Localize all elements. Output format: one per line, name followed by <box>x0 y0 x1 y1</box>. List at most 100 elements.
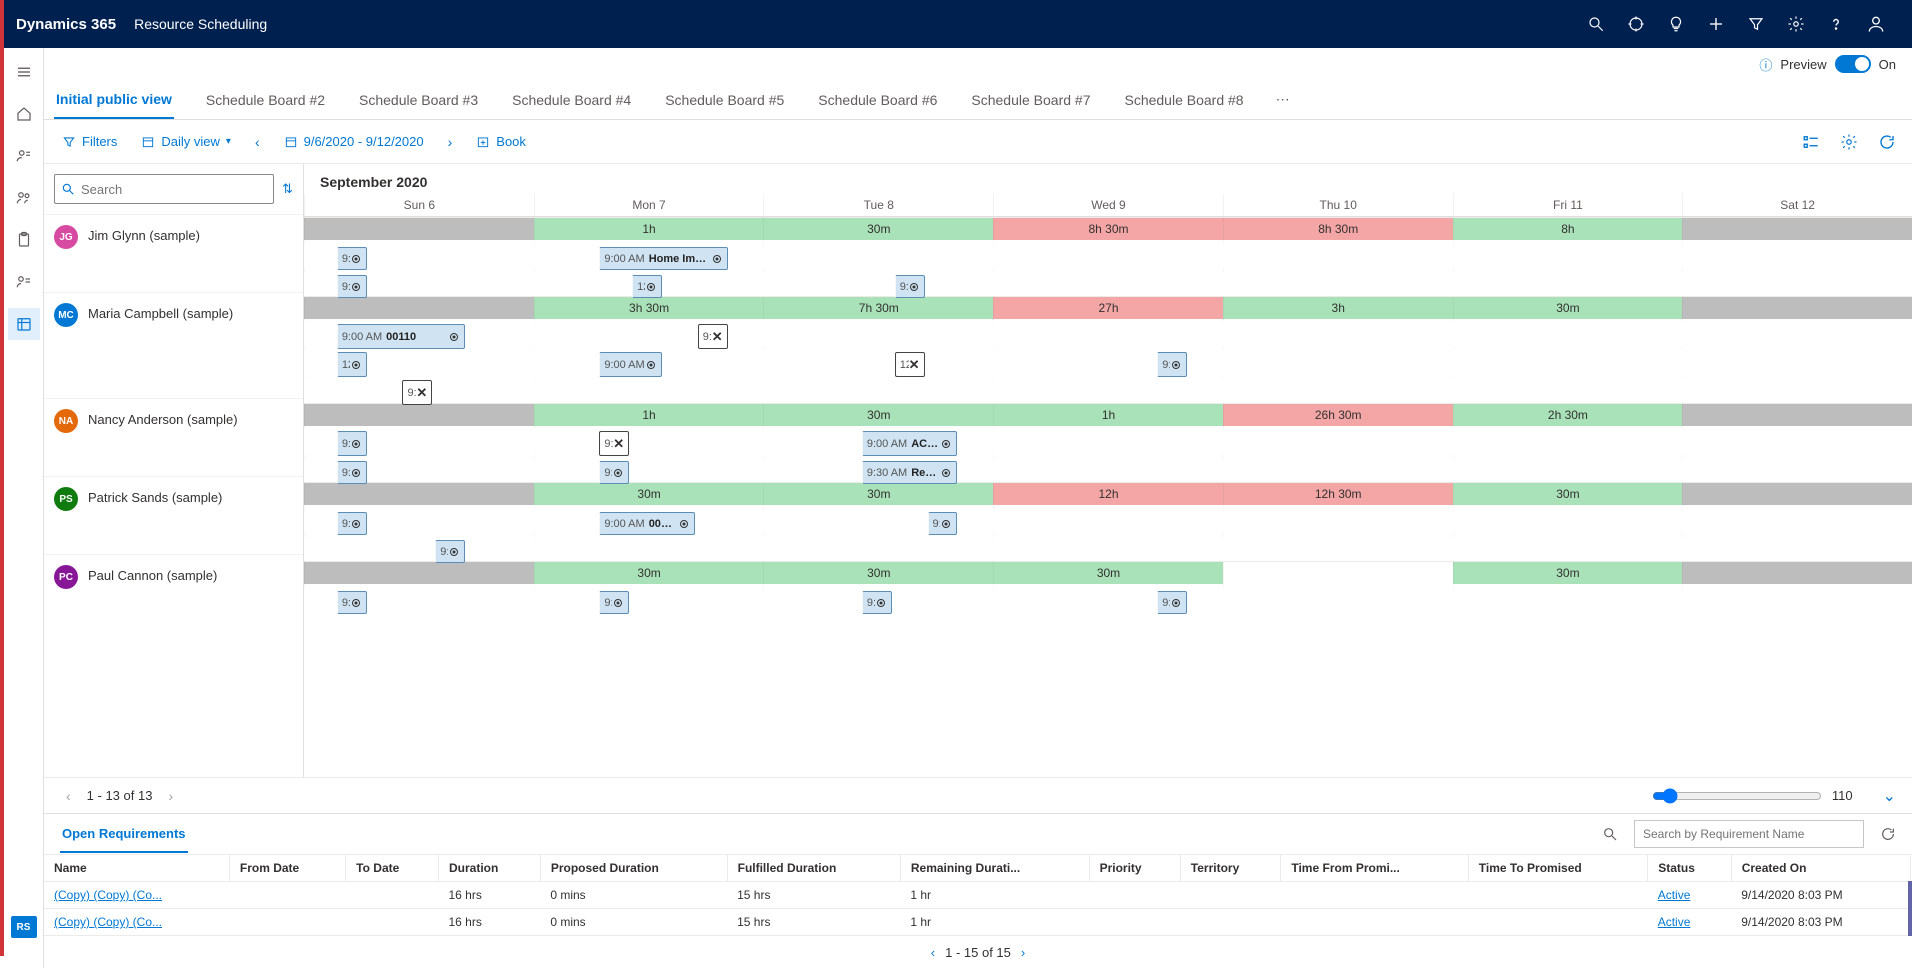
collapse-icon[interactable]: ⌄ <box>1883 786 1896 806</box>
resource-search-input[interactable] <box>81 182 267 197</box>
booking[interactable]: 9:00 AM00106 <box>337 591 367 614</box>
prev-range-button[interactable]: ‹ <box>249 134 266 150</box>
resource-search[interactable] <box>54 174 274 204</box>
booking[interactable]: 9:00 AMPreventive Maint. <box>599 591 629 614</box>
booking[interactable]: 9:00 AMPreventive Maintenance <box>599 352 662 377</box>
booking[interactable]: 9:30 AMRepair heating unit <box>862 461 957 484</box>
column-header[interactable]: Time To Promised <box>1468 855 1647 882</box>
peoplegroup-icon[interactable] <box>8 182 40 214</box>
booking[interactable]: 9:00 AM00105 <box>337 431 367 456</box>
booking[interactable]: 9:00 AMPlumber Services <box>435 540 465 563</box>
booking[interactable]: 9:00 AMSoundproofing work <box>862 591 892 614</box>
book-button[interactable]: Book <box>470 130 532 153</box>
booking[interactable]: 9:00 AM00110 <box>337 324 465 349</box>
menu-icon[interactable] <box>8 56 40 88</box>
dailyview-dropdown[interactable]: Daily view▾ <box>135 130 237 153</box>
plus-icon[interactable] <box>1696 0 1736 48</box>
board-tab[interactable]: Schedule Board #5 <box>663 82 786 118</box>
user-icon[interactable] <box>1856 0 1896 48</box>
column-header[interactable]: Territory <box>1180 855 1281 882</box>
table-row[interactable]: (Copy) (Copy) (Co... 16 hrs0 mins15 hrs1… <box>44 882 1910 909</box>
status-link[interactable]: Active <box>1658 888 1691 902</box>
booking[interactable]: 12:00 AMInstall soundbar work✕ <box>895 352 925 377</box>
board-tab[interactable]: Schedule Board #3 <box>357 82 480 118</box>
people-icon[interactable] <box>8 140 40 172</box>
column-header[interactable]: To Date <box>346 855 439 882</box>
open-requirements-tab[interactable]: Open Requirements <box>60 816 188 853</box>
req-next-button[interactable]: › <box>1021 945 1025 960</box>
booking[interactable]: 9:00 AMAC repair <box>862 431 957 456</box>
lightbulb-icon[interactable] <box>1656 0 1696 48</box>
page-prev-button[interactable]: ‹ <box>60 788 77 804</box>
req-name-link[interactable]: (Copy) (Copy) (Co... <box>54 915 162 929</box>
board-tab[interactable]: Schedule Board #2 <box>204 82 327 118</box>
column-header[interactable]: Time From Promi... <box>1281 855 1468 882</box>
column-header[interactable]: Proposed Duration <box>540 855 727 882</box>
target-icon[interactable] <box>1616 0 1656 48</box>
board-tab[interactable]: Initial public view <box>54 81 174 119</box>
column-header[interactable]: Duration <box>439 855 541 882</box>
help-icon[interactable] <box>1816 0 1856 48</box>
req-refresh-icon[interactable] <box>1880 826 1896 842</box>
peoplelist-icon[interactable] <box>8 266 40 298</box>
booking[interactable]: 9:00 AM00108 <box>599 512 694 535</box>
board-tab[interactable]: Schedule Board #4 <box>510 82 633 118</box>
zoom-slider[interactable] <box>1652 788 1822 804</box>
preview-toggle[interactable] <box>1835 55 1871 73</box>
column-header[interactable]: Name <box>44 855 229 882</box>
booking[interactable]: 9:00 AMPrinter Installation <box>337 247 367 270</box>
booking[interactable]: 9:30 AMSmarthome consulting <box>337 275 367 298</box>
req-prev-button[interactable]: ‹ <box>931 945 935 960</box>
booking[interactable]: 9:00 AMInstall soundbar <box>599 461 629 484</box>
booking[interactable]: 9:00 AMHome Improvement <box>599 247 727 270</box>
filters-button[interactable]: Filters <box>56 130 123 153</box>
clipboard-icon[interactable] <box>8 224 40 256</box>
booking[interactable]: 9:30 AM00107 <box>337 461 367 484</box>
booking[interactable]: 9:00 AMTiles replacement✕ <box>599 431 629 456</box>
schedule-icon[interactable] <box>8 308 40 340</box>
resource-row[interactable]: NANancy Anderson (sample) <box>44 398 303 476</box>
resource-row[interactable]: PSPatrick Sands (sample) <box>44 476 303 554</box>
tab-more-icon[interactable]: ⋯ <box>1276 91 1290 108</box>
column-header[interactable]: Priority <box>1089 855 1180 882</box>
gear-icon[interactable] <box>1776 0 1816 48</box>
rs-badge[interactable]: RS <box>11 916 37 938</box>
settings-icon[interactable] <box>1836 129 1862 155</box>
booking[interactable]: 9:00 AMLandscaping <box>1157 591 1187 614</box>
booking-time: 9:00 AM <box>867 438 907 450</box>
booking[interactable]: 9:00 AMTiles replacement <box>1157 352 1187 377</box>
search-icon[interactable] <box>1576 0 1616 48</box>
booking[interactable]: 9:00 AM00104 <box>895 275 925 298</box>
req-name-link[interactable]: (Copy) (Copy) (Co... <box>54 888 162 902</box>
board-tab[interactable]: Schedule Board #8 <box>1122 82 1245 118</box>
booking[interactable]: 9:00 AMPreventive Maintenance✕ <box>402 380 432 405</box>
booking[interactable]: 9:00 AMSoundproofing <box>928 512 958 535</box>
resource-row[interactable]: JGJim Glynn (sample) <box>44 214 303 292</box>
daterange-button[interactable]: 9/6/2020 - 9/12/2020 <box>278 130 430 153</box>
resource-row[interactable]: PCPaul Cannon (sample) <box>44 554 303 604</box>
column-header[interactable]: Fulfilled Duration <box>727 855 900 882</box>
sort-icon[interactable]: ⇅ <box>282 181 293 197</box>
next-range-button[interactable]: › <box>442 134 459 150</box>
table-row[interactable]: (Copy) (Copy) (Co... 16 hrs0 mins15 hrs1… <box>44 909 1910 936</box>
status-link[interactable]: Active <box>1658 915 1691 929</box>
column-header[interactable]: From Date <box>229 855 345 882</box>
resource-row[interactable]: MCMaria Campbell (sample) <box>44 292 303 398</box>
column-header[interactable]: Status <box>1648 855 1732 882</box>
booking[interactable]: 12:00 PM00109 <box>337 352 367 377</box>
booking[interactable]: 9:00 AM00110✕ <box>698 324 728 349</box>
req-search-icon[interactable] <box>1602 826 1618 842</box>
home-icon[interactable] <box>8 98 40 130</box>
filter-icon[interactable] <box>1736 0 1776 48</box>
refresh-icon[interactable] <box>1874 129 1900 155</box>
page-next-button[interactable]: › <box>162 788 179 804</box>
req-search-input[interactable] <box>1634 820 1864 848</box>
board-tab[interactable]: Schedule Board #6 <box>816 82 939 118</box>
board-tab[interactable]: Schedule Board #7 <box>969 82 1092 118</box>
legend-icon[interactable] <box>1798 129 1824 155</box>
booking[interactable]: 9:00 AMlawn care <box>337 512 367 535</box>
availability-cell: 3h <box>1223 297 1453 319</box>
column-header[interactable]: Created On <box>1731 855 1910 882</box>
column-header[interactable]: Remaining Durati... <box>900 855 1089 882</box>
booking[interactable]: 12:00 AM00110 <box>632 275 662 298</box>
